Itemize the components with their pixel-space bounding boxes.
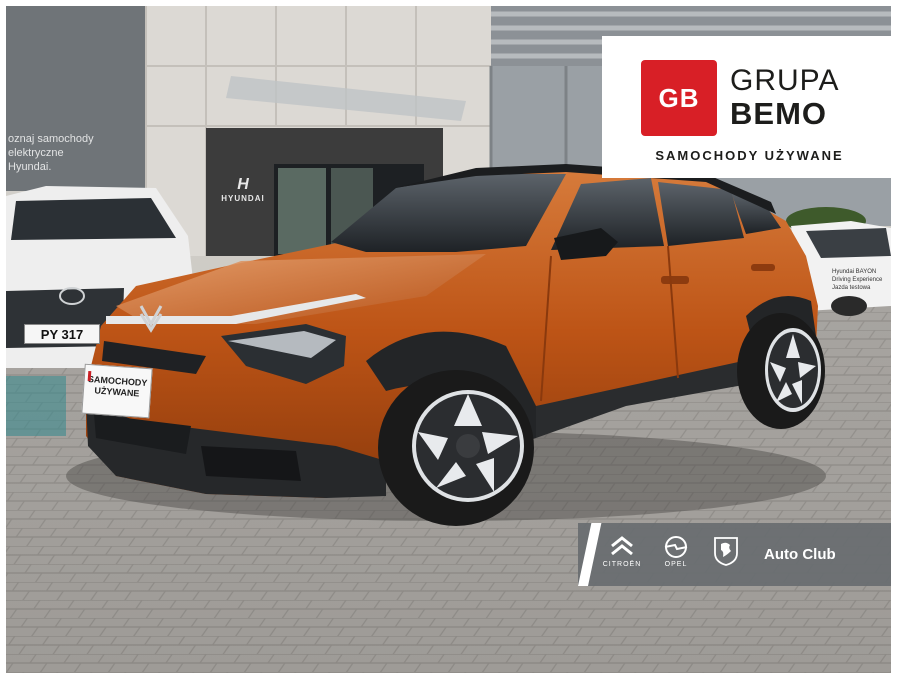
logo-line-grupa: GRUPA — [730, 64, 840, 97]
citroen-chevrons-icon — [611, 536, 633, 556]
front-dealer-plate: SAMOCHODY UŻYWANE — [81, 363, 153, 419]
hyundai-dealer-logo: H HYUNDAI — [213, 176, 273, 203]
citroen-brand: CITROËN — [600, 535, 644, 568]
hyundai-dealer-name: HYUNDAI — [221, 194, 265, 203]
auto-club-banner: CITROËN OPEL Auto Club — [578, 523, 891, 586]
opel-blitz-icon — [664, 536, 688, 558]
opel-brand-label: OPEL — [664, 561, 688, 568]
gb-badge: GB — [641, 60, 717, 136]
peugeot-lion-icon — [714, 537, 738, 566]
gb-badge-text: GB — [658, 82, 700, 113]
grupa-bemo-logo: GB GRUPA BEMO SAMOCHODY UŻYWANE — [602, 36, 891, 178]
logo-tagline: SAMOCHODY UŻYWANE — [655, 148, 844, 163]
hyundai-emblem-icon: H — [237, 176, 249, 193]
banner-accent-stripe — [578, 523, 602, 586]
logo-line-bemo: BEMO — [730, 96, 827, 131]
peugeot-brand — [704, 535, 748, 567]
auto-club-title: Auto Club — [764, 546, 836, 563]
citroen-brand-label: CITROËN — [602, 561, 642, 568]
opel-brand: OPEL — [654, 535, 698, 568]
photo-frame: oznaj samochody elektryczne Hyundai. H H… — [6, 6, 891, 673]
white-car-plate: PY 317 — [24, 324, 100, 344]
test-drive-sign: Hyundai BAYON Driving Experience Jazda t… — [832, 268, 890, 308]
showroom-window-text: oznaj samochody elektryczne Hyundai. — [8, 133, 94, 173]
test-drive-sign-text: Hyundai BAYON Driving Experience Jazda t… — [832, 269, 883, 291]
